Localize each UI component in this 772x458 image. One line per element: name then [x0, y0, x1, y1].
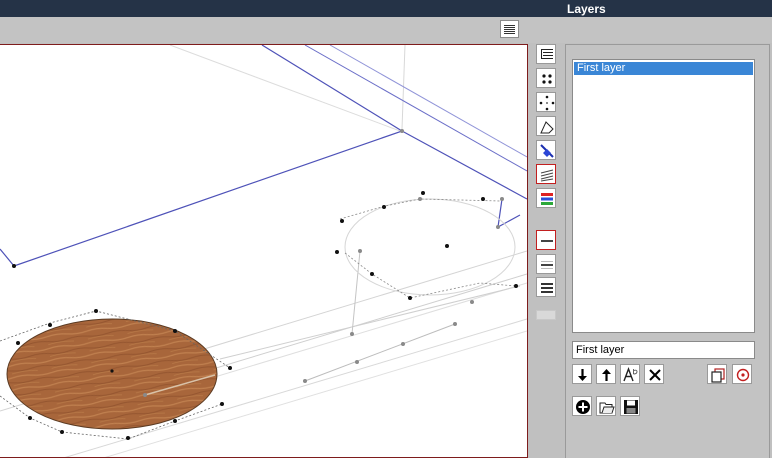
rename-ab-icon[interactable] [620, 364, 640, 384]
hatch-lines-icon[interactable] [536, 164, 556, 184]
thick-lines-icon[interactable] [536, 277, 556, 297]
disabled-tool-button [536, 310, 556, 320]
thin-line-icon[interactable] [536, 230, 556, 250]
outline-view-icon[interactable] [536, 44, 556, 64]
lines-menu-icon[interactable] [500, 20, 519, 38]
target-circle-icon[interactable] [732, 364, 752, 384]
duplicate-icon[interactable] [707, 364, 727, 384]
title-bar: Layers [0, 0, 772, 17]
window-title: Layers [567, 2, 606, 16]
layer-name-input[interactable] [572, 341, 755, 359]
color-bars-icon[interactable] [536, 188, 556, 208]
arrow-down-icon[interactable] [572, 364, 592, 384]
top-toolbar-strip [0, 17, 772, 43]
delete-x-icon[interactable] [644, 364, 664, 384]
double-line-icon[interactable] [536, 254, 556, 274]
floppy-save-icon[interactable] [620, 396, 640, 416]
3d-viewport[interactable] [0, 44, 528, 458]
polygon-edit-icon[interactable] [536, 116, 556, 136]
layer-list[interactable]: First layer [572, 59, 755, 333]
open-folder-icon[interactable] [596, 396, 616, 416]
scene-drawing [0, 45, 527, 457]
control-points-icon[interactable] [536, 92, 556, 112]
layer-list-item-selected[interactable]: First layer [574, 62, 753, 75]
arrow-up-icon[interactable] [596, 364, 616, 384]
paint-bucket-icon[interactable] [536, 140, 556, 160]
plus-circle-icon[interactable] [572, 396, 592, 416]
vertices-icon[interactable] [536, 68, 556, 88]
